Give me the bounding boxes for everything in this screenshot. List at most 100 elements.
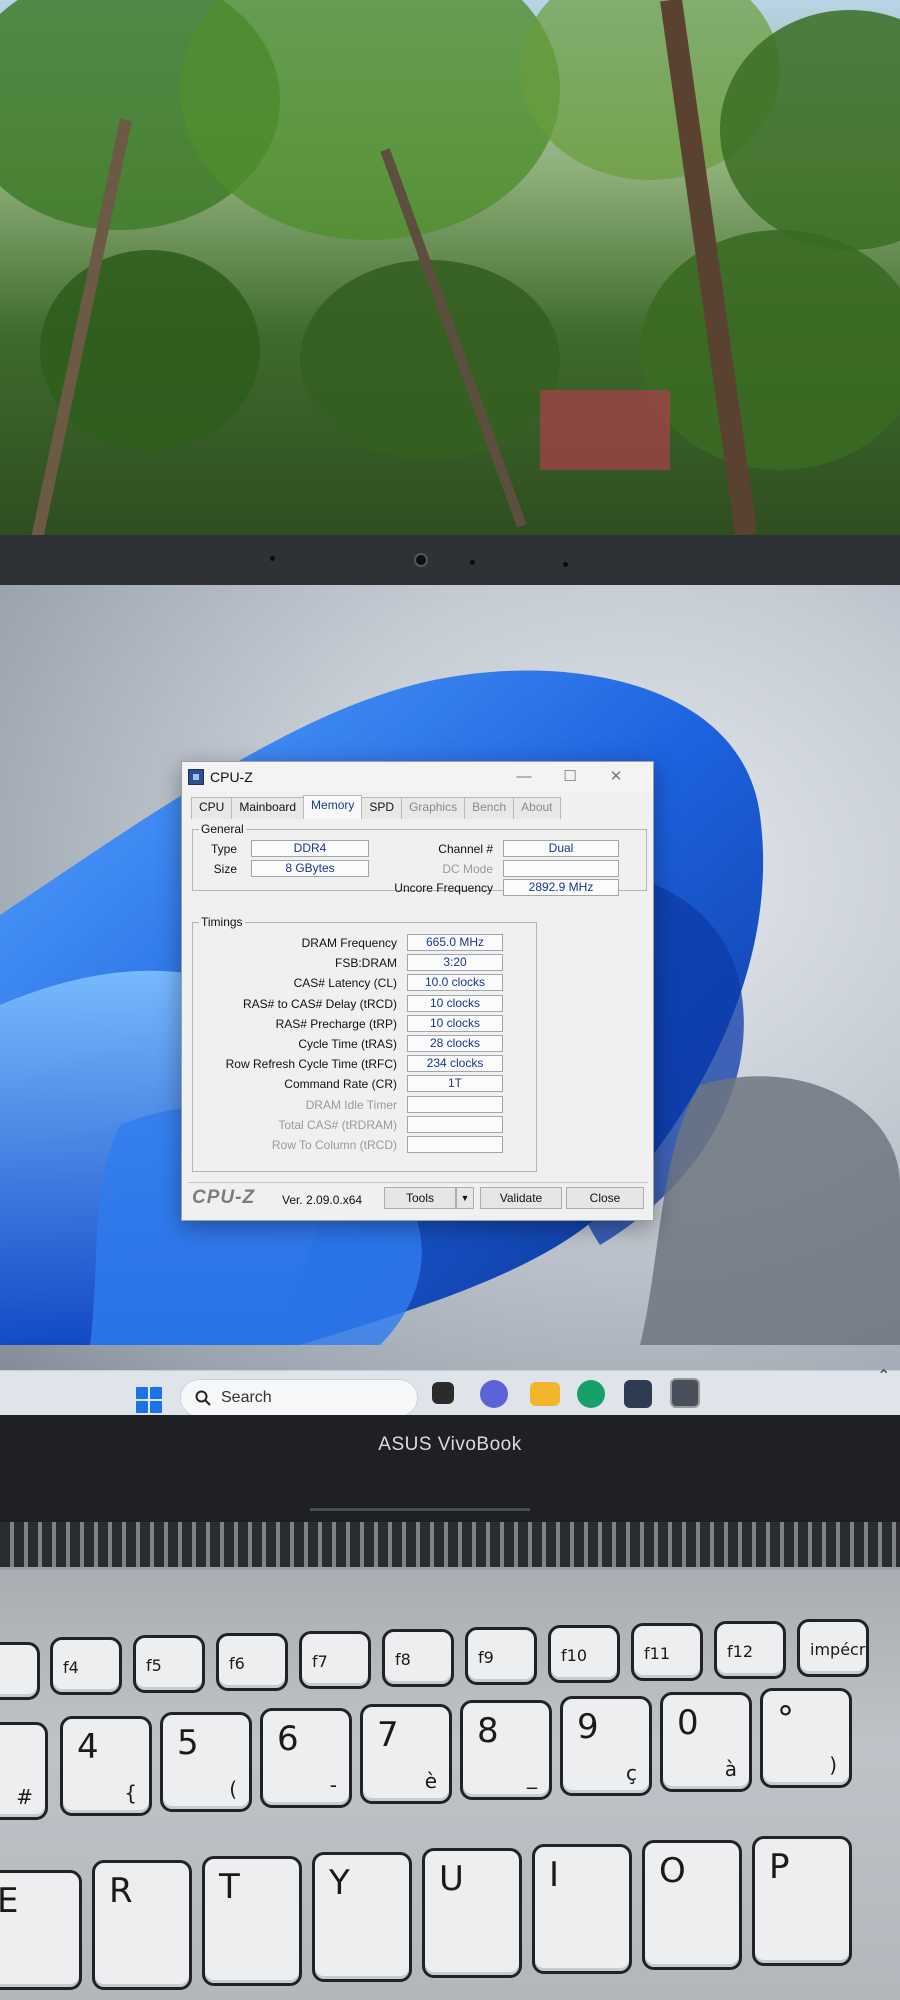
key-f12[interactable]: f12 xyxy=(714,1621,786,1679)
key-legend: f11 xyxy=(644,1644,670,1663)
chevron-up-icon[interactable]: ⌃ xyxy=(877,1366,890,1386)
key-f11[interactable]: f11 xyxy=(631,1623,703,1681)
validate-button[interactable]: Validate xyxy=(480,1187,562,1209)
dcmode-value xyxy=(503,860,619,877)
key-o[interactable]: O xyxy=(642,1840,742,1970)
key-p[interactable]: P xyxy=(752,1836,852,1966)
key-legend: f6 xyxy=(229,1654,245,1673)
sensor-dot xyxy=(563,562,568,567)
key-f8[interactable]: f8 xyxy=(382,1629,454,1687)
key-legend: O xyxy=(659,1851,686,1891)
timing-value: 10 clocks xyxy=(407,1014,503,1032)
key-legend: è xyxy=(424,1769,437,1793)
timing-value xyxy=(407,1095,503,1113)
cpuz-taskbar-icon[interactable] xyxy=(670,1378,700,1408)
tab-about[interactable]: About xyxy=(513,797,561,819)
channel-label: Channel # xyxy=(438,842,493,856)
file-explorer-icon[interactable] xyxy=(530,1382,560,1406)
key-legend: 4 xyxy=(77,1727,99,1767)
key-0[interactable]: 0à xyxy=(660,1692,752,1792)
key-legend: ) xyxy=(829,1753,837,1777)
hinge-line xyxy=(310,1508,530,1511)
key-legend: 9 xyxy=(577,1707,599,1747)
foliage xyxy=(180,0,560,240)
key-legend: U xyxy=(439,1859,464,1899)
timing-value: 3:20 xyxy=(407,954,503,972)
timing-value xyxy=(407,1136,503,1153)
key-r[interactable]: R xyxy=(92,1860,192,1990)
key-legend: E xyxy=(0,1881,19,1921)
key-f6[interactable]: f6 xyxy=(216,1633,288,1691)
timings-group: Timings DRAM Frequency 665.0 MHz FSB:DRAM 3… xyxy=(192,915,537,1172)
foliage xyxy=(640,230,900,470)
key-legend: T xyxy=(219,1867,240,1907)
key-f9[interactable]: f9 xyxy=(465,1627,537,1685)
size-label: Size xyxy=(213,862,237,876)
cpuz-tabs: CPU Mainboard Memory SPD Graphics Bench … xyxy=(191,795,561,819)
key-legend: f12 xyxy=(727,1642,753,1661)
tools-dropdown-icon[interactable]: ▼ xyxy=(456,1187,474,1209)
taskbar-search[interactable]: Search xyxy=(180,1379,418,1417)
tab-graphics[interactable]: Graphics xyxy=(401,797,466,819)
key-legend: - xyxy=(329,1773,337,1797)
key-partial[interactable] xyxy=(0,1642,40,1700)
timing-label: FSB:DRAM xyxy=(334,956,397,971)
window-title: CPU-Z xyxy=(210,769,253,785)
key-legend: R xyxy=(109,1871,133,1911)
timing-label: Command Rate (CR) xyxy=(284,1077,397,1092)
store-icon[interactable] xyxy=(624,1380,652,1408)
key-e[interactable]: E xyxy=(0,1870,82,1990)
key-f10[interactable]: f10 xyxy=(548,1625,620,1683)
key-legend: ç xyxy=(626,1761,637,1785)
edge-icon[interactable] xyxy=(577,1380,605,1408)
key-5[interactable]: 5( xyxy=(160,1712,252,1812)
key-impécr[interactable]: impécr xyxy=(797,1619,869,1677)
key-legend: 8 xyxy=(477,1711,499,1751)
outdoor-background xyxy=(0,0,900,560)
timing-label: CAS# Latency (CL) xyxy=(293,976,397,991)
tab-memory[interactable]: Memory xyxy=(303,795,363,819)
key-f7[interactable]: f7 xyxy=(299,1631,371,1689)
tab-cpu[interactable]: CPU xyxy=(191,797,233,819)
key-9[interactable]: 9ç xyxy=(560,1696,652,1796)
timing-value: 665.0 MHz xyxy=(407,934,503,951)
close-icon[interactable]: ✕ xyxy=(602,766,630,788)
timing-label: DRAM Frequency xyxy=(301,936,397,950)
key-legend: P xyxy=(769,1847,790,1887)
tab-mainboard[interactable]: Mainboard xyxy=(231,797,305,819)
general-group-label: General xyxy=(199,822,246,836)
key-t[interactable]: T xyxy=(202,1856,302,1986)
tab-bench[interactable]: Bench xyxy=(464,797,515,819)
key-legend: à xyxy=(724,1757,737,1781)
key-legend: f9 xyxy=(478,1648,494,1667)
key-4[interactable]: 4{ xyxy=(60,1716,152,1816)
timing-value: 28 clocks xyxy=(407,1035,503,1052)
timing-value: 10 clocks xyxy=(407,994,503,1012)
tab-spd[interactable]: SPD xyxy=(361,797,403,819)
webcam xyxy=(414,553,428,567)
minimize-icon[interactable]: — xyxy=(510,766,538,788)
key-legend: I xyxy=(549,1855,560,1895)
key-u[interactable]: U xyxy=(422,1848,522,1978)
key-y[interactable]: Y xyxy=(312,1852,412,1982)
key-f5[interactable]: f5 xyxy=(133,1635,205,1693)
key-legend: # xyxy=(16,1785,33,1809)
key-partial[interactable]: # xyxy=(0,1722,48,1820)
close-button[interactable]: Close xyxy=(566,1187,644,1209)
key-legend: _ xyxy=(527,1765,537,1789)
cpuz-footer: CPU-Z Ver. 2.09.0.x64 Tools ▼ Validate C… xyxy=(188,1182,648,1212)
teams-icon[interactable] xyxy=(480,1380,508,1408)
key-7[interactable]: 7è xyxy=(360,1704,452,1804)
key-i[interactable]: I xyxy=(532,1844,632,1974)
key-8[interactable]: 8 _ xyxy=(460,1700,552,1800)
key-°[interactable]: °) xyxy=(760,1688,852,1788)
key-f4[interactable]: f4 xyxy=(50,1637,122,1695)
key-legend: ° xyxy=(777,1699,794,1739)
timing-label: RAS# Precharge (tRP) xyxy=(275,1016,397,1031)
maximize-icon[interactable]: ☐ xyxy=(556,766,584,788)
key-6[interactable]: 6- xyxy=(260,1708,352,1808)
task-view-icon[interactable] xyxy=(432,1382,454,1404)
tools-button[interactable]: Tools xyxy=(384,1187,456,1209)
start-button[interactable] xyxy=(136,1387,162,1413)
uncore-value: 2892.9 MHz xyxy=(503,879,619,896)
